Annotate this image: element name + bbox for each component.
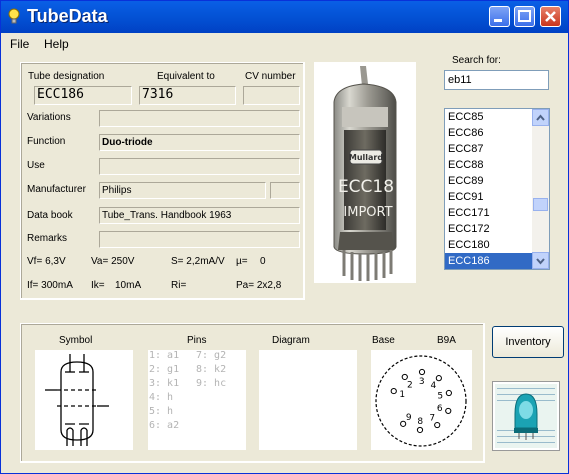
pins-box: 1: a1 2: g1 3: k1 4: h 5: h 6: a2 7: g2 … bbox=[148, 350, 246, 450]
ri-spec: Ri= bbox=[171, 280, 187, 291]
variations-label: Variations bbox=[27, 112, 71, 123]
base-type: B9A bbox=[437, 335, 456, 346]
diagram-box bbox=[259, 350, 357, 450]
base-pin-hole bbox=[445, 389, 452, 397]
ik-spec-value: 10mA bbox=[115, 280, 142, 291]
title-bar[interactable]: TubeData bbox=[1, 1, 568, 33]
manufacturer-code-field[interactable] bbox=[270, 182, 300, 199]
cv-number-label: CV number bbox=[245, 71, 296, 82]
close-button[interactable] bbox=[540, 6, 561, 27]
tube-brand-text: Mullard bbox=[349, 153, 383, 162]
menu-bar: File Help bbox=[1, 33, 568, 53]
pin-entry: 1: a1 bbox=[149, 350, 180, 361]
list-scrollbar[interactable] bbox=[532, 109, 549, 269]
maximize-icon bbox=[518, 10, 531, 22]
base-pin-number: 2 bbox=[407, 380, 413, 390]
tube-photo: Mullard ECC18 IMPORT bbox=[314, 62, 416, 283]
mu-spec-label: µ= bbox=[236, 256, 248, 267]
manufacturer-field[interactable]: Philips bbox=[99, 182, 266, 199]
symbol-box bbox=[35, 350, 133, 450]
base-pin-hole bbox=[418, 368, 426, 376]
mu-spec-value: 0 bbox=[260, 256, 266, 267]
equivalent-field[interactable]: 7316 bbox=[139, 86, 236, 105]
base-pin-hole bbox=[435, 375, 442, 382]
lightbulb-icon bbox=[8, 8, 20, 24]
pin-entry: 3: k1 bbox=[149, 378, 180, 389]
search-label: Search for: bbox=[452, 55, 501, 66]
chevron-down-icon bbox=[536, 258, 545, 265]
databook-label: Data book bbox=[27, 210, 73, 221]
base-box: 12345 6789 bbox=[371, 350, 472, 450]
base-pin-number: 5 bbox=[437, 391, 443, 401]
use-field[interactable] bbox=[99, 158, 300, 175]
symbol-label: Symbol bbox=[59, 335, 93, 346]
if-spec: If= 300mA bbox=[27, 280, 73, 291]
remarks-field[interactable] bbox=[99, 231, 300, 248]
tube-logo bbox=[492, 381, 560, 451]
triode-symbol bbox=[45, 354, 109, 446]
scroll-thumb[interactable] bbox=[533, 198, 548, 211]
base-label: Base bbox=[372, 335, 395, 346]
menu-help[interactable]: Help bbox=[44, 37, 69, 51]
base-pin-hole bbox=[390, 387, 397, 395]
app-window: TubeData File Help Tube designation Equi… bbox=[0, 0, 569, 474]
minimize-button[interactable] bbox=[489, 6, 510, 27]
base-pin-number: 7 bbox=[429, 414, 435, 424]
va-spec: Va= 250V bbox=[91, 256, 135, 267]
pin-entry: 9: hc bbox=[196, 378, 227, 389]
base-pin-number: 6 bbox=[437, 404, 443, 414]
ik-spec-label: Ik= bbox=[91, 280, 105, 291]
designation-field[interactable]: ECC186 bbox=[34, 86, 132, 105]
window-title: TubeData bbox=[27, 6, 108, 26]
pin-entry: 2: g1 bbox=[149, 364, 180, 375]
base-pin-hole bbox=[401, 373, 408, 381]
tube-type-text: ECC18 bbox=[338, 177, 394, 197]
minimize-icon bbox=[494, 19, 502, 22]
base-diagram: 12 3 45 6789 bbox=[375, 355, 467, 447]
pa-spec: Pa= 2x2,8 bbox=[236, 280, 282, 291]
inventory-button[interactable]: Inventory bbox=[492, 326, 564, 358]
base-pin-hole bbox=[445, 407, 452, 415]
base-pin-number: 3 bbox=[419, 377, 425, 387]
menu-file[interactable]: File bbox=[10, 37, 29, 51]
pin-entry: 4: h bbox=[149, 392, 174, 403]
search-input[interactable] bbox=[444, 70, 549, 90]
diagram-label: Diagram bbox=[272, 335, 310, 346]
function-field[interactable]: Duo-triode bbox=[99, 134, 300, 151]
pin-entry: 6: a2 bbox=[149, 420, 180, 431]
cv-number-field[interactable] bbox=[243, 86, 300, 105]
designation-label: Tube designation bbox=[28, 71, 105, 82]
pin-entry: 8: k2 bbox=[196, 364, 227, 375]
base-pin-hole bbox=[416, 426, 424, 434]
remarks-label: Remarks bbox=[27, 233, 68, 244]
chevron-up-icon bbox=[536, 114, 545, 121]
databook-field[interactable]: Tube_Trans. Handbook 1963 bbox=[99, 207, 300, 224]
s-spec: S= 2,2mA/V bbox=[171, 256, 225, 267]
scroll-up-button[interactable] bbox=[532, 109, 549, 126]
tube-import-text: IMPORT bbox=[343, 205, 392, 220]
equivalent-label: Equivalent to bbox=[157, 71, 215, 82]
pin-entry: 5: h bbox=[149, 406, 174, 417]
scroll-down-button[interactable] bbox=[532, 252, 549, 269]
pins-label: Pins bbox=[187, 335, 207, 346]
manufacturer-label: Manufacturer bbox=[27, 184, 86, 195]
use-label: Use bbox=[27, 160, 45, 171]
variations-field[interactable] bbox=[99, 110, 300, 127]
maximize-button[interactable] bbox=[514, 6, 535, 27]
close-icon bbox=[545, 11, 556, 22]
pin-entry: 7: g2 bbox=[196, 350, 227, 361]
vf-spec: Vf= 6,3V bbox=[27, 256, 66, 267]
tube-listbox[interactable]: ECC85 ECC86 ECC87 ECC88 ECC89 ECC91 ECC171 ECC1… bbox=[444, 108, 550, 270]
function-label: Function bbox=[27, 136, 66, 147]
base-pin-number: 9 bbox=[406, 413, 412, 423]
base-pin-hole bbox=[434, 421, 441, 429]
base-pin-number: 4 bbox=[430, 381, 436, 391]
base-pin-number: 1 bbox=[399, 390, 405, 400]
base-pin-number: 8 bbox=[417, 417, 423, 427]
